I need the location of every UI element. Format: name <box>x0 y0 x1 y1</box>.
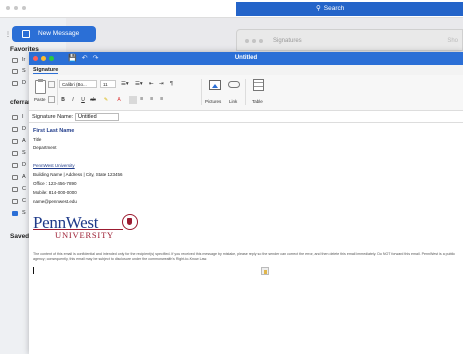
folder-icon[interactable] <box>12 187 18 192</box>
folder-icon[interactable] <box>12 115 18 120</box>
more-icon[interactable]: ⋮ <box>5 31 11 38</box>
font-color-icon[interactable]: A <box>115 96 123 104</box>
signature-name-row: Signature Name: Untitled <box>29 111 463 123</box>
pennwest-logo: PennWest UNIVERSITY <box>33 213 143 247</box>
divider <box>201 79 202 105</box>
window-title: Untitled <box>234 55 258 61</box>
signature-title-line: Title <box>33 137 42 142</box>
signatures-window: Signatures Sho <box>236 29 463 51</box>
sidebar-item-acct-2[interactable]: D <box>22 126 26 132</box>
paragraph-icon[interactable]: ¶ <box>170 81 173 87</box>
screen: ⚲ Search ⋮ New Message Favorites Ir S D c… <box>0 0 463 354</box>
paste-label: Paste <box>34 97 46 102</box>
paste-options-icon[interactable] <box>261 267 269 275</box>
account-heading: cferrar <box>10 99 31 106</box>
numbering-icon[interactable]: ☰▾ <box>135 81 143 87</box>
ribbon-tabs: Signature <box>29 65 463 75</box>
signature-name-label: Signature Name: <box>32 114 74 120</box>
folder-icon-selected[interactable] <box>12 211 18 216</box>
folder-icon[interactable] <box>12 151 18 156</box>
sidebar-item-acct-9[interactable]: S <box>22 210 26 216</box>
font-name-select[interactable]: Calibri (Bo... <box>59 80 97 88</box>
search-bar[interactable]: ⚲ Search <box>236 2 463 16</box>
signature-editor-window: 💾↶↷ Untitled Signature Paste Calibri (Bo… <box>29 52 463 354</box>
underline-button[interactable]: U <box>79 96 87 104</box>
signature-email-line: name@pennwest.edu <box>33 199 77 204</box>
traffic-lights-inactive <box>6 6 26 10</box>
align-right-icon[interactable]: ≡ <box>150 96 153 102</box>
new-message-button[interactable]: New Message <box>12 26 96 42</box>
search-icon: ⚲ <box>316 5 321 12</box>
signature-university-link[interactable]: PennWest University <box>33 163 75 168</box>
table-label: Table <box>252 99 263 104</box>
search-label: Search <box>323 5 345 12</box>
bullets-icon[interactable]: ☰▾ <box>121 81 129 87</box>
traffic-lights-inactive <box>245 39 263 43</box>
sidebar-item-acct-8[interactable]: C <box>22 198 26 204</box>
editor-titlebar: 💾↶↷ Untitled <box>29 52 463 65</box>
ribbon-toolbar: Paste Calibri (Bo... 11 ☰▾ ☰▾ ⇤ ⇥ ¶ B I … <box>29 75 463 111</box>
divider <box>57 79 58 105</box>
sidebar-item-acct-4[interactable]: S <box>22 150 26 156</box>
trash-icon[interactable] <box>12 163 18 168</box>
pictures-label: Pictures <box>205 99 222 104</box>
sidebar-item-acct-6[interactable]: A <box>22 174 26 180</box>
sidebar-item-acct-1[interactable]: I <box>22 114 24 120</box>
decrease-indent-icon[interactable]: ⇤ <box>149 81 154 87</box>
align-center-icon[interactable]: ≡ <box>140 96 143 102</box>
signature-address-line: Building Name | Address | City, State 12… <box>33 172 123 177</box>
folder-icon[interactable] <box>12 139 18 144</box>
compose-icon <box>22 30 30 38</box>
font-size-select[interactable]: 11 <box>100 80 116 88</box>
logo-seal-icon <box>122 214 138 230</box>
confidentiality-disclaimer: The content of this email is confidentia… <box>33 252 456 261</box>
bold-button[interactable]: B <box>59 96 67 104</box>
justify-icon[interactable]: ≡ <box>160 96 163 102</box>
table-icon[interactable] <box>253 79 264 91</box>
signature-department-line: Department <box>33 145 57 150</box>
sidebar-item-acct-3[interactable]: A <box>22 138 26 144</box>
logo-subtitle: UNIVERSITY <box>55 230 114 240</box>
signature-body-editor[interactable]: First Last Name Title Department PennWes… <box>29 123 463 354</box>
signatures-window-title: Signatures <box>273 38 302 44</box>
sidebar-item-fav-1[interactable]: Ir <box>22 57 25 63</box>
strikethrough-button[interactable]: ab <box>89 96 97 104</box>
sidebar-item-fav-2[interactable]: S <box>22 68 26 74</box>
drafts-icon[interactable] <box>12 81 18 86</box>
link-label: Link <box>229 99 238 104</box>
signature-name-line: First Last Name <box>33 128 75 134</box>
align-left-icon[interactable] <box>129 96 137 104</box>
link-icon[interactable] <box>228 81 240 88</box>
folder-icon[interactable] <box>12 127 18 132</box>
italic-button[interactable]: I <box>69 96 77 104</box>
text-cursor <box>33 267 34 274</box>
increase-indent-icon[interactable]: ⇥ <box>159 81 164 87</box>
saved-heading: Saved <box>10 233 30 240</box>
sidebar-item-acct-7[interactable]: C <box>22 186 26 192</box>
signature-mobile-line: Mobile: 814-000-0000 <box>33 190 77 195</box>
signature-name-input[interactable]: Untitled <box>75 113 119 121</box>
divider <box>245 79 246 105</box>
new-message-label: New Message <box>38 30 80 37</box>
cut-icon[interactable] <box>48 81 55 88</box>
signature-office-line: Office : 123-456-7890 <box>33 181 77 186</box>
highlight-icon[interactable]: ✎ <box>102 96 110 104</box>
sidebar-item-acct-5[interactable]: D <box>22 162 26 168</box>
inbox-icon[interactable] <box>12 58 18 63</box>
pictures-icon[interactable] <box>209 80 221 90</box>
format-painter-icon[interactable] <box>48 96 55 103</box>
archive-icon[interactable] <box>12 175 18 180</box>
paste-icon[interactable] <box>35 79 46 94</box>
sidebar-item-fav-3[interactable]: D <box>22 80 26 86</box>
tab-signature[interactable]: Signature <box>33 67 59 74</box>
signatures-window-hint: Sho <box>447 38 458 44</box>
sent-icon[interactable] <box>12 69 18 74</box>
folder-icon[interactable] <box>12 199 18 204</box>
